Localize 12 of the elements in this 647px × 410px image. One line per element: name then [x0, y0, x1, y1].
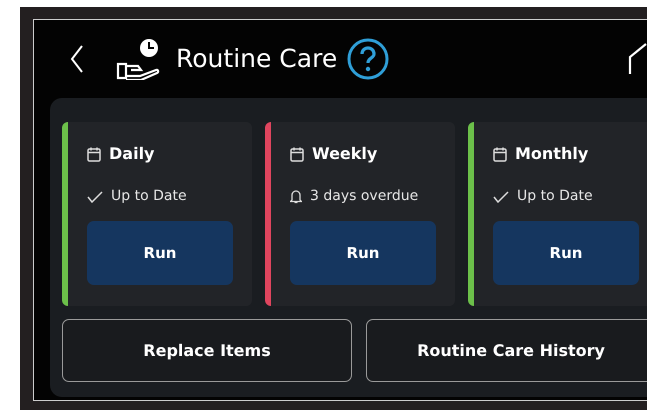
schedule-title: Weekly [312, 143, 378, 165]
schedule-title: Monthly [515, 143, 588, 165]
status-text: 3 days overdue [310, 187, 418, 206]
status-text: Up to Date [517, 187, 593, 206]
run-button[interactable]: Run [493, 221, 639, 285]
page-title: Routine Care [176, 43, 338, 76]
action-button[interactable]: Routine Care History [366, 319, 647, 382]
status-text: Up to Date [111, 187, 187, 206]
action-button[interactable]: Replace Items [62, 319, 352, 382]
schedule-title: Daily [109, 143, 154, 165]
run-button[interactable]: Run [87, 221, 233, 285]
run-button[interactable]: Run [290, 221, 436, 285]
